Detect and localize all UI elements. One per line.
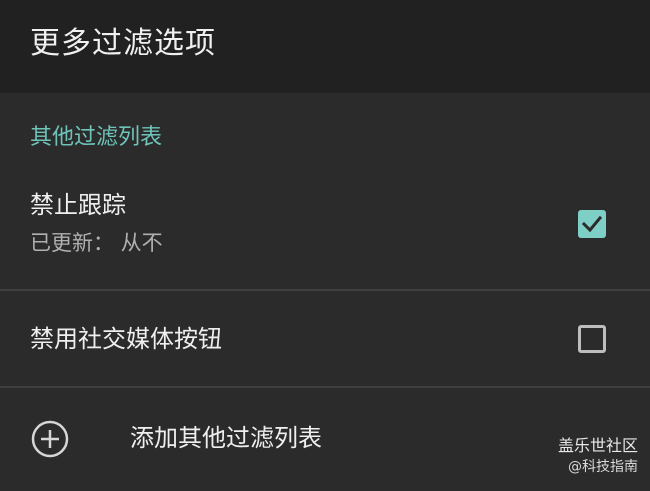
add-filter-list-button[interactable]: 添加其他过滤列表 [0, 388, 650, 490]
filter-item-title: 禁用社交媒体按钮 [30, 325, 222, 353]
filter-item-disable-social-buttons[interactable]: 禁用社交媒体按钮 [0, 291, 650, 387]
filter-item-updated-status: 已更新： 从不 [30, 231, 163, 255]
watermark-title: 盖乐世社区 [557, 436, 638, 455]
filter-options-screen: 更多过滤选项 其他过滤列表 禁止跟踪 已更新： 从不 禁用社交媒体按钮 添加其他… [0, 0, 650, 491]
watermark-subtitle: @科技指南 [568, 459, 638, 475]
add-filter-list-label: 添加其他过滤列表 [130, 424, 322, 452]
app-bar: 更多过滤选项 [0, 0, 650, 93]
add-circle-icon [31, 420, 69, 458]
section-header-other-filter-lists: 其他过滤列表 [30, 125, 163, 150]
checkmark-icon [581, 215, 603, 233]
watermark: 盖乐世社区 @科技指南 [558, 435, 638, 477]
filter-item-do-not-track[interactable]: 禁止跟踪 已更新： 从不 [0, 172, 650, 290]
page-title: 更多过滤选项 [30, 26, 216, 61]
filter-item-title: 禁止跟踪 [30, 191, 126, 219]
do-not-track-checkbox[interactable] [578, 210, 606, 238]
disable-social-buttons-checkbox[interactable] [578, 325, 606, 353]
